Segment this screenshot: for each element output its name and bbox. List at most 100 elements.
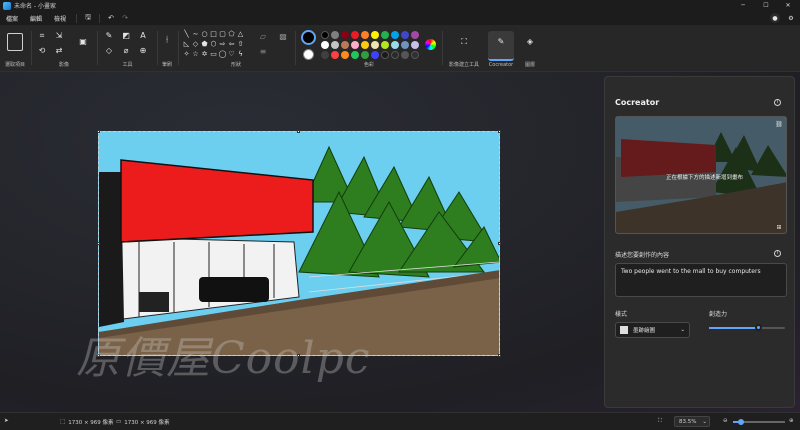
star-six-shape-icon[interactable]: ✡ xyxy=(200,50,209,58)
cocreator-group[interactable]: ✎ Cocreator xyxy=(486,27,516,70)
layers-icon[interactable]: ◈ xyxy=(525,37,535,47)
triangle-shape-icon[interactable]: △ xyxy=(236,30,245,38)
right-triangle-shape-icon[interactable]: ◺ xyxy=(182,40,191,48)
color-swatch[interactable] xyxy=(381,41,389,49)
creativity-slider-thumb[interactable] xyxy=(755,324,763,331)
lightning-shape-icon[interactable]: ϟ xyxy=(236,50,245,58)
arrow-right-shape-icon[interactable]: ⇨ xyxy=(218,40,227,48)
outline-icon[interactable]: ▱ xyxy=(258,32,268,42)
info-icon[interactable]: i xyxy=(774,99,781,106)
color-swatch[interactable] xyxy=(341,51,349,59)
star-four-shape-icon[interactable]: ✧ xyxy=(182,50,191,58)
hexagon-shape-icon[interactable]: ⬡ xyxy=(209,40,218,48)
curve-shape-icon[interactable]: ∼ xyxy=(191,30,200,38)
color-swatch[interactable] xyxy=(341,31,349,39)
creativity-slider[interactable] xyxy=(709,324,785,331)
pencil-icon[interactable]: ✎ xyxy=(104,31,114,41)
color-swatch[interactable] xyxy=(331,41,339,49)
color-swatch[interactable] xyxy=(411,41,419,49)
color-swatch[interactable] xyxy=(381,51,389,59)
color-swatch[interactable] xyxy=(351,31,359,39)
color-swatch[interactable] xyxy=(361,41,369,49)
color-swatch[interactable] xyxy=(411,51,419,59)
color-swatch[interactable] xyxy=(371,51,379,59)
color-swatch[interactable] xyxy=(331,51,339,59)
prompt-input[interactable]: Two people went to the mall to buy compu… xyxy=(615,263,787,297)
zoom-slider-thumb[interactable] xyxy=(737,419,744,425)
resize-handle-right[interactable] xyxy=(498,242,501,245)
line-shape-icon[interactable]: ╲ xyxy=(182,30,191,38)
color-swatch[interactable] xyxy=(401,31,409,39)
color-swatch[interactable] xyxy=(321,41,329,49)
rotate-icon[interactable]: ⟲ xyxy=(37,46,47,56)
star-five-shape-icon[interactable]: ☆ xyxy=(191,50,200,58)
magnifier-icon[interactable]: ⊕ xyxy=(138,46,148,56)
layers-group[interactable]: ◈ 圖層 xyxy=(518,27,542,70)
add-to-canvas-icon[interactable]: ⊞ xyxy=(774,223,784,233)
arrow-left-shape-icon[interactable]: ⇦ xyxy=(227,40,236,48)
menu-view[interactable]: 檢視 xyxy=(48,14,72,23)
resize-handle-top[interactable] xyxy=(297,130,300,133)
polygon-shape-icon[interactable]: ⬠ xyxy=(227,30,236,38)
eraser-icon[interactable]: ◇ xyxy=(104,46,114,56)
minimize-button[interactable]: ─ xyxy=(733,0,753,11)
zoom-slider[interactable] xyxy=(733,419,785,425)
fill-icon[interactable]: ▩ xyxy=(278,32,288,42)
crop-icon[interactable]: ⌗ xyxy=(37,31,47,41)
heart-shape-icon[interactable]: ♡ xyxy=(227,50,236,58)
color-swatch[interactable] xyxy=(321,51,329,59)
link-icon[interactable]: ⛓ xyxy=(774,120,784,130)
color-swatch[interactable] xyxy=(391,41,399,49)
resize-icon[interactable]: ⇲ xyxy=(54,31,64,41)
pentagon-shape-icon[interactable]: ⬟ xyxy=(200,40,209,48)
close-button[interactable]: ✕ xyxy=(778,0,798,11)
prompt-info-icon[interactable]: i xyxy=(774,250,781,257)
arrow-up-shape-icon[interactable]: ⇧ xyxy=(236,40,245,48)
fill-bucket-icon[interactable]: ◩ xyxy=(121,31,131,41)
color-swatch[interactable] xyxy=(391,51,399,59)
resize-handle-tl[interactable] xyxy=(97,130,100,133)
color-swatch[interactable] xyxy=(361,51,369,59)
text-icon[interactable]: A xyxy=(138,31,148,41)
diamond-shape-icon[interactable]: ◇ xyxy=(191,40,200,48)
color-swatch[interactable] xyxy=(401,41,409,49)
zoom-in-icon[interactable]: ⊕ xyxy=(789,418,794,424)
color-picker-icon[interactable]: ⌀ xyxy=(121,46,131,56)
secondary-color[interactable] xyxy=(303,49,314,60)
color-swatch[interactable] xyxy=(381,31,389,39)
color-swatch[interactable] xyxy=(321,31,329,39)
maximize-button[interactable]: ☐ xyxy=(756,0,776,11)
color-swatch[interactable] xyxy=(411,31,419,39)
rectangle-shape-icon[interactable]: □ xyxy=(209,30,218,38)
callout-shape-icon[interactable]: ▭ xyxy=(209,50,218,58)
primary-color[interactable] xyxy=(301,30,316,45)
color-swatch[interactable] xyxy=(331,31,339,39)
settings-gear-icon[interactable]: ⚙ xyxy=(786,13,796,23)
remove-background-icon[interactable]: ▣ xyxy=(78,37,88,47)
color-swatch[interactable] xyxy=(371,31,379,39)
color-swatch[interactable] xyxy=(341,41,349,49)
color-swatch[interactable] xyxy=(391,31,399,39)
zoom-dropdown[interactable]: 83.5% ⌄ xyxy=(674,416,710,427)
oval-shape-icon[interactable]: ○ xyxy=(200,30,209,38)
style-dropdown[interactable]: 墨跡繪圖 ⌄ xyxy=(615,322,690,338)
brush-icon[interactable]: ᚽ xyxy=(162,35,172,45)
select-rectangle-icon[interactable] xyxy=(7,33,23,51)
redo-icon[interactable]: ↷ xyxy=(118,12,132,24)
menu-edit[interactable]: 編輯 xyxy=(24,14,48,23)
fit-to-window-icon[interactable]: ⛶ xyxy=(658,418,662,425)
callout-oval-shape-icon[interactable]: ◯ xyxy=(218,50,227,58)
rounded-rectangle-shape-icon[interactable]: ▢ xyxy=(218,30,227,38)
line-width-icon[interactable]: ≡ xyxy=(258,47,268,57)
account-icon[interactable]: ● xyxy=(770,13,780,23)
zoom-out-icon[interactable]: ⊖ xyxy=(723,418,728,424)
save-icon[interactable]: 🖫 xyxy=(81,12,95,24)
edit-colors-icon[interactable] xyxy=(425,39,436,50)
color-swatch[interactable] xyxy=(401,51,409,59)
resize-handle-tr[interactable] xyxy=(498,130,501,133)
image-creator-group[interactable]: ⛶ 影像建立工具 xyxy=(444,27,484,70)
color-swatch[interactable] xyxy=(361,31,369,39)
menu-file[interactable]: 檔案 xyxy=(0,14,24,23)
color-swatch[interactable] xyxy=(351,41,359,49)
undo-icon[interactable]: ↶ xyxy=(104,12,118,24)
